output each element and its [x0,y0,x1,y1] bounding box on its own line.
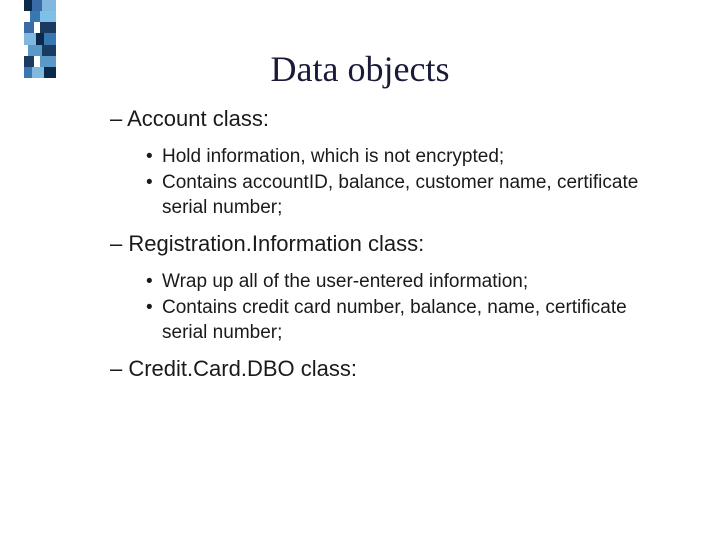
stripe-cell [40,22,56,33]
bullet-list: Wrap up all of the user-entered informat… [146,269,660,346]
bullet-item: Contains accountID, balance, customer na… [146,170,660,221]
stripe-cell [24,22,34,33]
stripe-cell [40,11,56,22]
section-heading: – Registration.Information class: [110,231,660,257]
bullet-item: Wrap up all of the user-entered informat… [146,269,660,295]
stripe-cell [42,0,56,11]
bullet-list: Hold information, which is not encrypted… [146,144,660,221]
bullet-item: Contains credit card number, balance, na… [146,295,660,346]
stripe-cell [30,11,40,22]
slide-content: – Account class: Hold information, which … [110,100,660,394]
stripe-row [24,22,56,33]
slide-title: Data objects [0,48,720,90]
stripe-cell [36,33,44,44]
stripe-row [24,11,56,22]
bullet-item: Hold information, which is not encrypted… [146,144,660,170]
stripe-row [24,33,56,44]
stripe-cell [24,0,32,11]
section-heading: – Account class: [110,106,660,132]
stripe-cell [44,33,56,44]
stripe-cell [24,33,36,44]
section-heading: – Credit.Card.DBO class: [110,356,660,382]
stripe-cell [32,0,42,11]
stripe-row [24,0,56,11]
